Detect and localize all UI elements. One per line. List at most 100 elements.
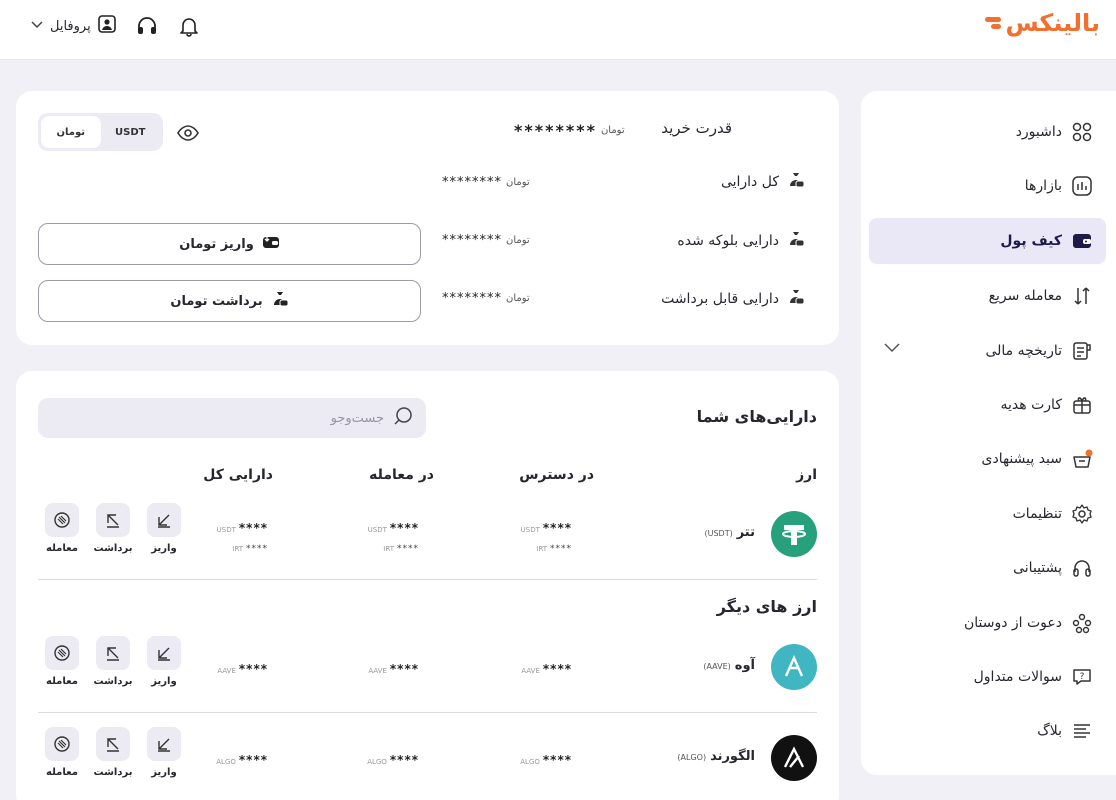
search-input[interactable]: [84, 410, 384, 426]
blog-icon: [1070, 719, 1094, 743]
sidebar-item-settings[interactable]: تنظیمات: [881, 491, 1094, 537]
deposit-wallet-icon: [262, 234, 280, 254]
toggle-option-toman[interactable]: تومان: [41, 116, 101, 148]
blocked-assets-label: دارایی بلوکه شده: [677, 230, 805, 252]
sidebar-item-gift-card[interactable]: کارت هدیه: [881, 382, 1094, 428]
trade-icon: [45, 636, 79, 670]
svg-text:?: ?: [1080, 672, 1085, 682]
coin-name: تتر (USDT): [704, 525, 755, 540]
history-icon: [1070, 339, 1094, 363]
withdraw-action[interactable]: برداشت: [93, 636, 133, 687]
in-trade-cell: ****ALGO: [367, 753, 419, 767]
trade-action[interactable]: معامله: [42, 727, 82, 778]
blocked-assets-value: تومان ********: [442, 233, 530, 248]
sidebar-item-markets[interactable]: بازارها: [881, 163, 1094, 209]
coin-name: آوه (AAVE): [703, 658, 755, 673]
arrow-down-left-icon: [147, 636, 181, 670]
available-cell: ****AAVE: [521, 662, 572, 676]
coin-name: الگورند (ALGO): [677, 749, 755, 764]
sidebar-item-label: بازارها: [1024, 178, 1062, 194]
in-trade-cell: ****USDT ****IRT: [367, 521, 419, 554]
eye-icon[interactable]: [176, 121, 200, 145]
bell-icon[interactable]: [177, 14, 201, 38]
column-header-currency: ارز: [796, 467, 817, 483]
tether-logo-icon: [771, 511, 817, 557]
arrow-down-left-icon: [147, 503, 181, 537]
sidebar-item-support[interactable]: پشتیبانی: [881, 545, 1094, 591]
sidebar-item-label: تاریخچه مالی: [985, 343, 1062, 359]
aave-logo-icon: [771, 644, 817, 690]
sidebar-item-label: داشبورد: [1015, 124, 1062, 140]
arrow-up-left-icon: [96, 727, 130, 761]
profile-menu[interactable]: پروفایل: [30, 14, 117, 38]
sidebar-item-blog[interactable]: بلاگ: [881, 708, 1094, 754]
sidebar-item-label: سبد پیشنهادی: [981, 451, 1063, 467]
headset-icon[interactable]: [135, 14, 159, 38]
support-icon: [1070, 556, 1094, 580]
total-assets-label: کل دارایی: [721, 171, 805, 193]
sidebar-item-label: کارت هدیه: [1000, 397, 1062, 413]
deposit-toman-button[interactable]: واریز تومان: [38, 223, 421, 265]
sidebar-item-dashboard[interactable]: داشبورد: [881, 109, 1094, 155]
column-header-in-trade: در معامله: [369, 467, 434, 483]
column-header-available: در دسترس: [519, 467, 594, 483]
sidebar-item-faq[interactable]: ? سوالات متداول: [881, 654, 1094, 700]
sidebar-item-label: معامله سریع: [988, 288, 1062, 304]
withdraw-action[interactable]: برداشت: [93, 727, 133, 778]
sidebar-item-wallet[interactable]: کیف پول: [869, 218, 1106, 264]
sidebar-item-label: کیف پول: [1000, 233, 1062, 249]
deposit-action[interactable]: واریز: [144, 727, 184, 778]
deposit-action[interactable]: واریز: [144, 636, 184, 687]
chevron-down-icon: [30, 20, 44, 33]
search-box[interactable]: [38, 398, 426, 438]
invite-friends-icon: [1070, 611, 1094, 635]
buying-power-value: تومان ********: [514, 121, 625, 140]
balance-card: قدرت خرید تومان ******** USDT تومان کل د…: [16, 91, 839, 345]
top-bar: بالینکس پروفایل: [0, 0, 1116, 60]
divider: [38, 579, 817, 580]
user-icon: [97, 14, 117, 38]
available-cell: ****ALGO: [520, 753, 572, 767]
asset-row-usdt: تتر (USDT) ****USDT ****IRT ****USDT ***…: [38, 503, 817, 567]
sidebar-item-label: دعوت از دوستان: [963, 615, 1062, 631]
withdraw-action[interactable]: برداشت: [93, 503, 133, 554]
markets-icon: [1070, 174, 1094, 198]
money-bag-icon: [271, 290, 289, 312]
brand-mark-icon: [985, 16, 1002, 30]
sidebar-item-label: تنظیمات: [1012, 506, 1062, 522]
profile-label: پروفایل: [50, 18, 91, 34]
withdrawable-assets-value: تومان ********: [442, 291, 530, 306]
trade-icon: [45, 727, 79, 761]
deposit-action[interactable]: واریز: [144, 503, 184, 554]
basket-icon: [1070, 447, 1094, 471]
toggle-option-usdt[interactable]: USDT: [101, 116, 161, 148]
asset-row-aave: آوه (AAVE) ****AAVE ****AAVE ****AAVE وا…: [38, 636, 817, 700]
chevron-down-icon[interactable]: [883, 342, 901, 358]
brand-logo[interactable]: بالینکس: [985, 8, 1100, 38]
sidebar-item-basket[interactable]: سبد پیشنهادی: [881, 436, 1094, 482]
sidebar-item-label: پشتیبانی: [1013, 560, 1062, 576]
withdraw-toman-button[interactable]: برداشت تومان: [38, 280, 421, 322]
algorand-logo-icon: [771, 735, 817, 781]
sidebar-item-history[interactable]: تاریخچه مالی: [881, 328, 1094, 374]
gift-card-icon: [1070, 393, 1094, 417]
buying-power-label: قدرت خرید: [661, 119, 732, 137]
column-header-total: دارایی کل: [203, 467, 273, 483]
sidebar-item-invite[interactable]: دعوت از دوستان: [881, 600, 1094, 646]
sidebar: داشبورد بازارها کیف پول معامله سریع تاری…: [861, 91, 1116, 775]
divider: [38, 712, 817, 713]
sidebar-item-quick-trade[interactable]: معامله سریع: [881, 273, 1094, 319]
trade-action[interactable]: معامله: [42, 636, 82, 687]
withdrawable-assets-label: دارایی قابل برداشت: [661, 288, 805, 310]
trade-icon: [45, 503, 79, 537]
faq-icon: ?: [1070, 665, 1094, 689]
assets-card: دارایی‌های شما ارز در دسترس در معامله دا…: [16, 371, 839, 800]
arrow-up-left-icon: [96, 503, 130, 537]
money-bag-icon: [787, 171, 805, 193]
available-cell: ****USDT ****IRT: [520, 521, 572, 554]
currency-toggle[interactable]: USDT تومان: [38, 113, 163, 151]
other-coins-title: ارز های دیگر: [716, 597, 817, 616]
search-icon: [392, 405, 414, 431]
trade-action[interactable]: معامله: [42, 503, 82, 554]
brand-name: بالینکس: [1005, 9, 1100, 37]
